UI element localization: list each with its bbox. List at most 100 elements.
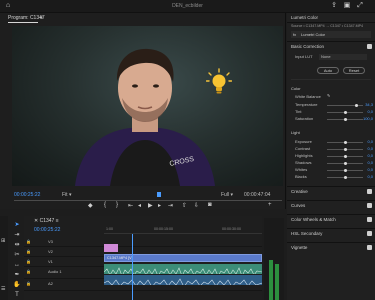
reset-button[interactable]: Reset	[343, 67, 365, 74]
zoom-fit-select[interactable]: Fit ▾	[62, 192, 71, 198]
slider-value[interactable]: 0,0	[367, 139, 373, 144]
slider-value[interactable]: 0,0	[367, 109, 373, 114]
section-header[interactable]: Color Wheels & Match	[291, 217, 336, 222]
slip-tool-icon[interactable]: ↔	[13, 262, 21, 269]
share-icon[interactable]: ⇪	[330, 2, 338, 10]
basic-correction-checkbox[interactable]	[367, 44, 372, 49]
step-back-icon[interactable]: ◂	[138, 202, 141, 209]
panel-menu-icon[interactable]: ≡	[40, 15, 43, 21]
section-header[interactable]: Curves	[291, 203, 305, 208]
out-point-icon[interactable]: }	[116, 202, 118, 208]
section-checkbox[interactable]	[367, 245, 372, 250]
basic-correction-header[interactable]: Basic Correction	[291, 44, 324, 49]
time-ruler[interactable]: 1:00 00:00:15:00 00:00:30:00	[104, 226, 262, 234]
slider-track[interactable]	[327, 118, 363, 121]
track-name[interactable]: V2	[48, 249, 53, 254]
track-lock-icon[interactable]: 🔒	[26, 239, 31, 244]
slider-value[interactable]: 0,0	[367, 146, 373, 151]
slider-knob[interactable]	[344, 162, 347, 165]
slider-knob[interactable]	[354, 104, 358, 107]
effect-header[interactable]: fx Lumetri Color	[291, 31, 371, 38]
play-icon[interactable]: ▶	[148, 202, 153, 209]
slider-value[interactable]: 0,0	[367, 153, 373, 158]
slider-knob[interactable]	[344, 141, 347, 144]
section-checkbox[interactable]	[367, 203, 372, 208]
eyedropper-icon[interactable]: ✎	[327, 93, 330, 98]
adjustment-clip[interactable]	[104, 244, 118, 252]
track-select-icon[interactable]: ⇥	[13, 232, 21, 239]
marker-icon[interactable]: ◆	[88, 202, 93, 209]
playhead-timecode[interactable]: 00:00:25:22	[14, 192, 40, 198]
list-view-icon[interactable]: ☰	[1, 286, 5, 292]
track-lock-icon[interactable]: 🔒	[26, 269, 31, 274]
auto-button[interactable]: Auto	[317, 67, 339, 74]
extract-icon[interactable]: ⇩	[194, 202, 199, 209]
type-tool-icon[interactable]: T	[13, 292, 21, 299]
razor-tool-icon[interactable]: ✂	[13, 252, 21, 259]
video-frame[interactable]: CROSS	[12, 26, 283, 186]
track-name[interactable]: A2	[48, 281, 53, 286]
slider-value[interactable]: 0,0	[367, 167, 373, 172]
slider-value[interactable]: 0,0	[367, 160, 373, 165]
slider-value[interactable]: 0,0	[367, 174, 373, 179]
project-icon[interactable]: ⊞	[1, 238, 5, 244]
in-point-icon[interactable]: {	[104, 202, 106, 208]
track-name[interactable]: V1	[48, 259, 53, 264]
slider-track[interactable]	[327, 162, 363, 165]
slider-knob[interactable]	[344, 176, 347, 179]
input-lut-select[interactable]: None	[319, 54, 367, 60]
track-row: 🔒 V3	[24, 238, 262, 247]
section-header[interactable]: HSL Secondary	[291, 231, 322, 236]
pen-tool-icon[interactable]: ✒	[13, 272, 21, 279]
track-lock-icon[interactable]: 🔒	[26, 259, 31, 264]
audio-clip[interactable]	[104, 275, 262, 285]
section-checkbox[interactable]	[367, 231, 372, 236]
slider-knob[interactable]	[344, 148, 347, 151]
slider-knob[interactable]	[344, 169, 347, 172]
track-name[interactable]: Audio 1	[48, 269, 62, 274]
section-header[interactable]: Vignette	[291, 245, 307, 250]
track-name[interactable]: V3	[48, 239, 53, 244]
slider-track[interactable]	[327, 104, 363, 107]
selection-tool-icon[interactable]: ➤	[13, 222, 21, 229]
source-line[interactable]: Source • C1347.MP4 → C1347 • C1347.MP4	[291, 24, 373, 28]
slider-track[interactable]	[327, 169, 363, 172]
title-bar: ⌂ DEN_ecbilder ⇪ ▣ ⤢	[0, 0, 375, 13]
ripple-edit-icon[interactable]: ⇹	[13, 242, 21, 249]
playhead-marker[interactable]	[157, 192, 161, 197]
slider-knob[interactable]	[344, 118, 347, 121]
resolution-select[interactable]: Full ▾	[221, 192, 233, 198]
slider-value[interactable]: 34,3	[365, 102, 373, 107]
slider-value[interactable]: 100,0	[363, 116, 373, 121]
slider-track[interactable]	[327, 141, 363, 144]
timeline-playhead[interactable]	[132, 234, 133, 300]
track-lock-icon[interactable]: 🔒	[26, 249, 31, 254]
hand-tool-icon[interactable]: ✋	[13, 282, 21, 289]
go-to-out-icon[interactable]: ⇥	[168, 202, 173, 209]
slider-knob[interactable]	[344, 155, 347, 158]
slider-track[interactable]	[327, 148, 363, 151]
timeline-timecode[interactable]: 00:00:25:22	[34, 227, 60, 233]
section-checkbox[interactable]	[367, 217, 372, 222]
go-to-in-icon[interactable]: ⇤	[128, 202, 133, 209]
lumetri-title[interactable]: Lumetri Color	[291, 15, 318, 20]
slider-label: Highlights	[295, 153, 313, 158]
slider-knob[interactable]	[344, 111, 347, 114]
video-clip[interactable]: C1347.MP4 [V]	[104, 254, 262, 262]
lift-icon[interactable]: ⇧	[182, 202, 187, 209]
workspace-icon[interactable]: ▣	[343, 2, 351, 10]
slider-track[interactable]	[327, 155, 363, 158]
export-frame-icon[interactable]: ◙	[208, 202, 212, 208]
divider	[287, 41, 375, 42]
section-checkbox[interactable]	[367, 189, 372, 194]
slider-track[interactable]	[327, 111, 363, 114]
sequence-tab[interactable]: ✕ C1347 ≡	[34, 218, 59, 224]
scrub-bar[interactable]	[14, 200, 282, 201]
section-header[interactable]: Creative	[291, 189, 308, 194]
add-button-icon[interactable]: +	[268, 202, 272, 208]
slider-track[interactable]	[327, 176, 363, 179]
audio-clip[interactable]	[104, 264, 262, 274]
fullscreen-icon[interactable]: ⤢	[356, 2, 364, 10]
step-forward-icon[interactable]: ▸	[158, 202, 161, 209]
track-lock-icon[interactable]: 🔒	[26, 281, 31, 286]
